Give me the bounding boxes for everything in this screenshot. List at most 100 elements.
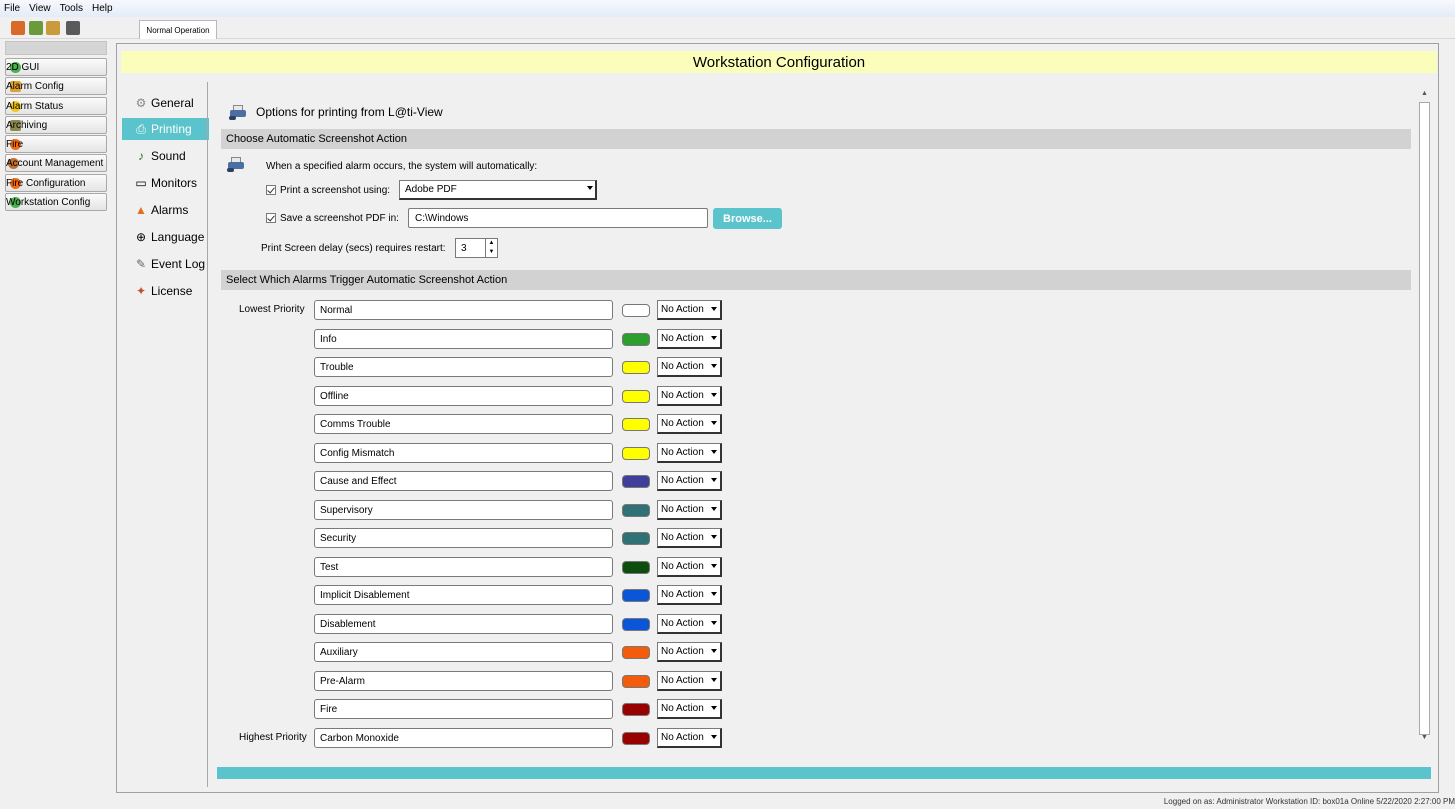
chevron-down-icon [711,307,717,311]
alarm-name-field[interactable]: Carbon Monoxide [314,728,613,748]
alarm-color-swatch[interactable] [622,361,650,374]
nav-item-event-log[interactable]: ✎ Event Log [122,253,209,275]
alarm-action-select[interactable]: No Action [657,642,722,662]
save-checkbox[interactable] [266,213,276,224]
save-path-input[interactable]: C:\Windows [408,208,708,228]
scroll-thumb[interactable] [1419,102,1430,735]
alarm-name-field[interactable]: Trouble [314,357,613,377]
browse-button[interactable]: Browse... [713,208,782,229]
menu-tools[interactable]: Tools [60,3,83,14]
alarm-color-swatch[interactable] [622,646,650,659]
alarm-row: Supervisory No Action [217,500,737,520]
alarm-action-select[interactable]: No Action [657,357,722,377]
nav-item-monitors[interactable]: ▭ Monitors [122,172,209,194]
alarm-action-select[interactable]: No Action [657,728,722,748]
alarm-color-swatch[interactable] [622,589,650,602]
sidebar-item-alarm-config[interactable]: Alarm Config [5,77,107,95]
alarm-action-select[interactable]: No Action [657,557,722,577]
scroll-up-icon[interactable]: ▲ [1417,90,1432,102]
nav-item-alarms[interactable]: ▲ Alarms [122,199,209,221]
alarm-color-swatch[interactable] [622,333,650,346]
alarm-color-swatch[interactable] [622,732,650,745]
menu-help[interactable]: Help [92,3,113,14]
alarm-row: Implicit Disablement No Action [217,585,737,605]
alarm-color-swatch[interactable] [622,504,650,517]
alarm-name-field[interactable]: Supervisory [314,500,613,520]
monitor-icon[interactable] [29,21,43,35]
alarm-action-select[interactable]: No Action [657,671,722,691]
section-screenshot-action: Choose Automatic Screenshot Action [221,129,1411,149]
alarm-name-field[interactable]: Security [314,528,613,548]
sidebar-item-fire-configuration[interactable]: Fire Configuration [5,174,107,192]
building-icon[interactable] [66,21,80,35]
alarm-name-field[interactable]: Implicit Disablement [314,585,613,605]
main-panel: Workstation Configuration ⚙ General ⎙ Pr… [116,43,1439,793]
alarm-name-field[interactable]: Cause and Effect [314,471,613,491]
alarm-color-swatch[interactable] [622,561,650,574]
chevron-down-icon [711,621,717,625]
sidebar-item-2d-gui[interactable]: 2D GUI [5,58,107,76]
chevron-down-icon [711,364,717,368]
alarm-color-swatch[interactable] [622,418,650,431]
alarm-color-swatch[interactable] [622,618,650,631]
alarm-action-select[interactable]: No Action [657,500,722,520]
alarm-action-select[interactable]: No Action [657,329,722,349]
scroll-down-icon[interactable]: ▼ [1417,734,1432,746]
sidebar-item-archiving[interactable]: Archiving [5,116,107,134]
alarm-name-field[interactable]: Offline [314,386,613,406]
delay-stepper[interactable]: 3 ▲ ▼ [455,238,498,258]
alarm-action-select[interactable]: No Action [657,699,722,719]
alarm-action-select[interactable]: No Action [657,386,722,406]
menu-bar: File View Tools Help [0,0,1455,17]
alarm-color-swatch[interactable] [622,390,650,403]
alarm-color-swatch[interactable] [622,475,650,488]
nav-divider [207,82,208,787]
alarm-row: Comms Trouble No Action [217,414,737,434]
alarm-name-field[interactable]: Auxiliary [314,642,613,662]
user-icon[interactable] [11,21,25,35]
menu-file[interactable]: File [4,3,20,14]
alarm-action-select[interactable]: No Action [657,471,722,491]
alarm-color-swatch[interactable] [622,447,650,460]
tab-normal-operation[interactable]: Normal Operation [139,20,217,39]
home-icon[interactable] [46,21,60,35]
delay-label: Print Screen delay (secs) requires resta… [261,243,446,254]
alarm-action-select[interactable]: No Action [657,528,722,548]
chevron-down-icon [711,421,717,425]
globe-icon: ⊕ [135,230,147,244]
alarm-name-field[interactable]: Pre-Alarm [314,671,613,691]
alarm-name-field[interactable]: Config Mismatch [314,443,613,463]
chevron-down-icon [711,535,717,539]
alarm-action-select[interactable]: No Action [657,443,722,463]
nav-item-general[interactable]: ⚙ General [122,92,209,114]
alarm-action-select[interactable]: No Action [657,414,722,434]
sidebar-item-workstation-config[interactable]: Workstation Config [5,193,107,211]
alarm-name-field[interactable]: Disablement [314,614,613,634]
vertical-scrollbar[interactable]: ▲ ▼ [1417,90,1432,746]
sidebar-item-alarm-status[interactable]: Alarm Status [5,97,107,115]
menu-view[interactable]: View [29,3,51,14]
alarm-action-select[interactable]: No Action [657,585,722,605]
alarm-color-swatch[interactable] [622,703,650,716]
nav-item-language[interactable]: ⊕ Language [122,226,209,248]
nav-item-license[interactable]: ✦ License [122,280,209,302]
print-checkbox[interactable] [266,185,276,196]
alarm-color-swatch[interactable] [622,304,650,317]
alarm-color-swatch[interactable] [622,675,650,688]
alarm-name-field[interactable]: Fire [314,699,613,719]
alarm-color-swatch[interactable] [622,532,650,545]
alarm-action-select[interactable]: No Action [657,300,722,320]
alarm-name-field[interactable]: Normal [314,300,613,320]
alarm-name-field[interactable]: Comms Trouble [314,414,613,434]
sidebar-item-account-management[interactable]: Account Management [5,154,107,172]
sidebar-item-fire[interactable]: Fire [5,135,107,153]
nav-item-sound[interactable]: ♪ Sound [122,145,209,167]
alarm-action-select[interactable]: No Action [657,614,722,634]
alarm-name-field[interactable]: Info [314,329,613,349]
page-title: Workstation Configuration [121,51,1437,73]
alarm-name-field[interactable]: Test [314,557,613,577]
stepper-arrows-icon[interactable]: ▲ ▼ [485,239,497,257]
printer-select[interactable]: Adobe PDF [399,180,597,200]
intro-text: When a specified alarm occurs, the syste… [266,161,538,172]
nav-item-printing[interactable]: ⎙ Printing [122,118,209,140]
